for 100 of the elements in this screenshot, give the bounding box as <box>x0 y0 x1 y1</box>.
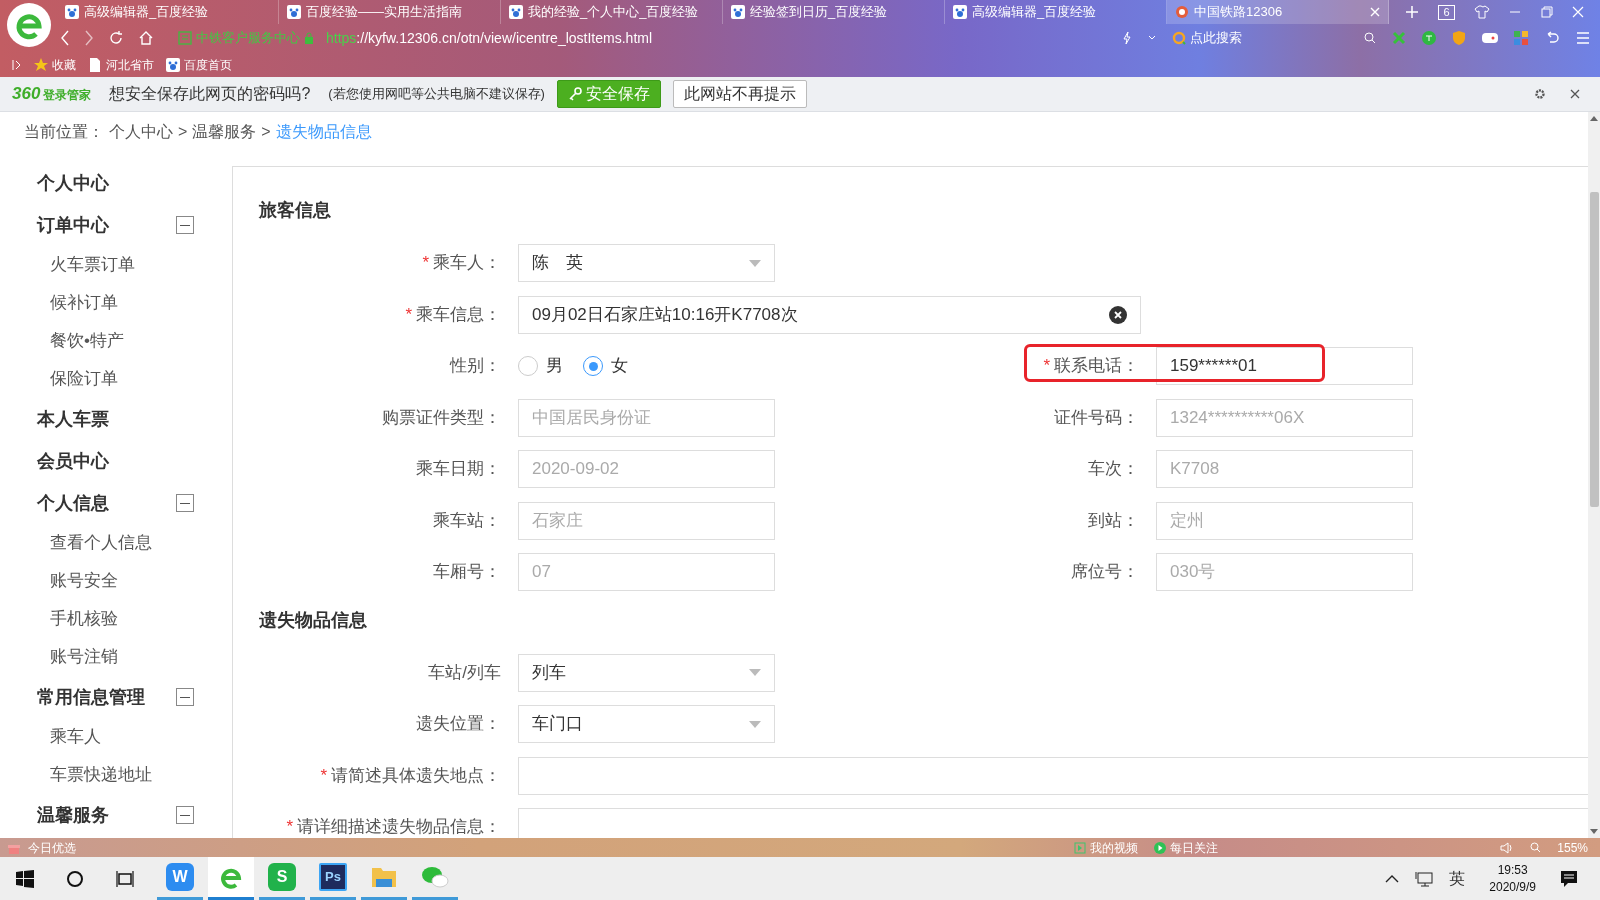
radio-option[interactable]: 女 <box>583 353 628 379</box>
speaker-icon[interactable] <box>1500 841 1515 854</box>
input-field[interactable]: 159******01 <box>1156 347 1413 385</box>
sidebar-heading[interactable]: 个人中心 <box>37 169 109 197</box>
field-label: 车厢号： <box>432 561 501 584</box>
dropdown-icon <box>749 720 761 728</box>
collapse-toggle[interactable] <box>176 806 194 824</box>
search-icon[interactable] <box>66 869 84 888</box>
start-icon[interactable] <box>16 869 34 888</box>
field-label: * 乘车信息： <box>404 303 501 326</box>
dropdown-icon <box>749 259 761 267</box>
dropdown-icon[interactable] <box>1148 35 1156 41</box>
browser-tab[interactable]: 高级编辑器_百度经验 <box>945 0 1167 24</box>
sidebar-heading[interactable]: 会员中心 <box>37 447 109 475</box>
paw-icon <box>731 5 745 19</box>
sidebar-link[interactable]: 餐饮•特产 <box>50 328 124 354</box>
zoom-icon[interactable] <box>1530 842 1542 853</box>
new-tab-icon[interactable] <box>1405 5 1419 19</box>
network-icon[interactable] <box>1415 870 1434 887</box>
notification-icon[interactable] <box>1560 869 1578 888</box>
menu-icon[interactable] <box>1576 32 1590 44</box>
shield-icon[interactable] <box>1452 31 1466 45</box>
sidebar-link[interactable]: 账号注销 <box>50 644 118 670</box>
input-field[interactable] <box>518 756 1588 795</box>
browser-logo[interactable] <box>6 2 52 48</box>
sidebar-heading[interactable]: 本人车票 <box>37 405 109 433</box>
apps-icon[interactable] <box>1514 31 1528 45</box>
sidebar-link[interactable]: 手机核验 <box>50 606 118 632</box>
taskbar-app[interactable] <box>208 857 254 900</box>
bookmark-link[interactable]: 河北省市 <box>88 55 154 74</box>
scroll-down-icon[interactable] <box>1590 829 1598 834</box>
section-title: 旅客信息 <box>259 199 332 222</box>
translate-icon[interactable] <box>1422 31 1436 45</box>
sidebar-heading[interactable]: 订单中心 <box>37 211 109 239</box>
bookmark-link[interactable]: 收藏 <box>34 55 76 74</box>
sidebar-toggle-icon[interactable] <box>12 58 22 71</box>
browser-tab[interactable]: 百度经验——实用生活指南 <box>279 0 501 24</box>
input-method-indicator[interactable]: 英 <box>1449 866 1466 891</box>
field-label: 席位号： <box>1070 561 1139 584</box>
lightning-icon[interactable] <box>1122 31 1132 45</box>
refresh-icon[interactable] <box>108 30 124 46</box>
browser-tab[interactable]: 经验签到日历_百度经验 <box>723 0 945 24</box>
browser-tab[interactable]: 我的经验_个人中心_百度经验 <box>501 0 723 24</box>
select-field[interactable]: 陈 英 <box>518 244 775 282</box>
sidebar-link[interactable]: 候补订单 <box>50 290 118 316</box>
radio-option[interactable]: 男 <box>518 353 563 379</box>
collapse-toggle[interactable] <box>176 216 194 234</box>
scrollbar-thumb[interactable] <box>1590 192 1599 507</box>
field-label: 遗失位置： <box>415 713 501 736</box>
dismiss-button[interactable]: 此网站不再提示 <box>672 80 807 108</box>
play-icon <box>1154 841 1167 854</box>
collapse-toggle[interactable] <box>176 688 194 706</box>
settings-icon[interactable] <box>1534 88 1546 100</box>
collapse-toggle[interactable] <box>176 494 194 512</box>
sidebar-heading[interactable]: 温馨服务 <box>37 801 109 829</box>
tab-count[interactable]: 6 <box>1438 4 1455 20</box>
task-view-icon[interactable] <box>116 869 134 888</box>
taskbar-clock[interactable]: 19:53 2020/9/9 <box>1481 861 1544 896</box>
sidebar-heading[interactable]: 常用信息管理 <box>37 683 145 711</box>
sidebar-link[interactable]: 火车票订单 <box>50 252 135 278</box>
bookmark-link[interactable]: 百度首页 <box>166 55 232 74</box>
field-label: * 请简述具体遗失地点： <box>319 764 501 787</box>
forward-icon[interactable] <box>84 30 94 46</box>
scroll-up-icon[interactable] <box>1590 116 1598 121</box>
sidebar-link[interactable]: 保险订单 <box>50 366 118 392</box>
shirt-icon[interactable] <box>1473 5 1490 19</box>
search-field[interactable]: 点此搜索 <box>1190 28 1242 48</box>
select-field[interactable]: 车门口 <box>518 705 775 743</box>
paw-icon <box>166 57 180 72</box>
field-label: 乘车日期： <box>415 458 501 481</box>
brand-logo: 360 <box>12 83 41 106</box>
star-icon <box>34 57 48 72</box>
taskbar-app[interactable]: Ps <box>310 857 356 900</box>
site-name: 中铁客户服务中心 <box>196 29 300 48</box>
field-label: * 乘车人： <box>421 252 501 275</box>
sidebar-heading[interactable]: 个人信息 <box>37 489 109 517</box>
sidebar-link[interactable]: 账号安全 <box>50 568 118 594</box>
browser-tab[interactable]: 高级编辑器_百度经验 <box>57 0 279 24</box>
address-field[interactable]: https://kyfw.12306.cn/otn/view/icentre_lostItems.html <box>326 27 653 49</box>
back-icon[interactable] <box>60 30 70 46</box>
sidebar-link[interactable]: 车票快递地址 <box>50 762 152 788</box>
breadcrumb-link[interactable]: 温馨服务 <box>192 120 257 144</box>
sidebar-link[interactable]: 查看个人信息 <box>50 530 152 556</box>
field-label: 到站： <box>1087 509 1139 532</box>
section-title: 遗失物品信息 <box>259 608 368 632</box>
field-label: 性别： <box>448 355 501 378</box>
field-label: * 联系电话： <box>1042 355 1139 378</box>
breadcrumb-link[interactable]: 个人中心 <box>109 120 173 144</box>
dropdown-icon <box>749 669 761 676</box>
input-field[interactable] <box>518 808 1588 838</box>
close-icon[interactable] <box>1570 89 1580 99</box>
field-label: * 请详细描述遗失物品信息： <box>285 816 501 838</box>
restore-icon[interactable] <box>1540 6 1553 18</box>
select-field[interactable]: 列车 <box>518 653 775 692</box>
clear-icon[interactable] <box>1109 305 1127 324</box>
sidebar-link[interactable]: 乘车人 <box>50 724 101 750</box>
chevron-up-icon[interactable] <box>1385 874 1400 883</box>
field-label: 乘车站： <box>432 509 501 532</box>
home-icon[interactable] <box>138 30 154 46</box>
input-field[interactable]: 09月02日石家庄站10:16开K7708次 <box>518 295 1141 334</box>
